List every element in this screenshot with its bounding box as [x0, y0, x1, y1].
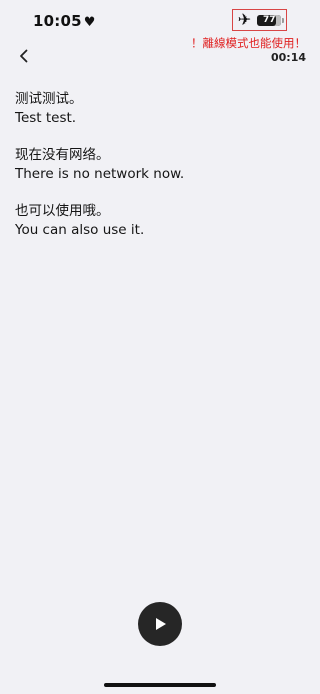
status-time-text: 10:05: [33, 12, 82, 30]
transcript-list: 测试测试。 Test test. 现在没有网络。 There is no net…: [15, 90, 305, 258]
battery-level: 77: [262, 15, 276, 25]
transcript-chinese: 测试测试。: [15, 91, 83, 107]
transcript-english: Test test.: [15, 110, 77, 126]
back-button[interactable]: [14, 46, 34, 66]
offline-annotation: ！離線模式也能使用！: [191, 36, 306, 50]
transcript-english: There is no network now.: [15, 166, 185, 182]
transcript-english: You can also use it.: [15, 222, 145, 238]
status-time: 10:05 ♥: [33, 12, 96, 30]
transcript-chinese: 现在没有网络。: [15, 147, 110, 163]
heart-icon: ♥: [83, 15, 96, 30]
transcript-chinese: 也可以使用哦。: [15, 203, 110, 219]
transcript-item: 现在没有网络。 There is no network now.: [15, 146, 305, 184]
elapsed-timer: 00:14: [270, 51, 306, 64]
battery-icon: 77: [257, 14, 285, 26]
home-indicator[interactable]: [104, 683, 216, 687]
transcript-item: 测试测试。 Test test.: [15, 90, 305, 128]
airplane-icon: ✈: [237, 10, 252, 29]
status-highlight-box: ✈ 77: [232, 9, 287, 31]
play-icon: [156, 618, 166, 630]
transcript-item: 也可以使用哦。 You can also use it.: [15, 202, 305, 240]
play-button[interactable]: [138, 602, 182, 646]
screen: 10:05 ♥ ✈ 77 ！離線模式也能使用！ 00:14 测试测试。 Test …: [0, 0, 320, 694]
chevron-left-icon: [20, 49, 28, 63]
